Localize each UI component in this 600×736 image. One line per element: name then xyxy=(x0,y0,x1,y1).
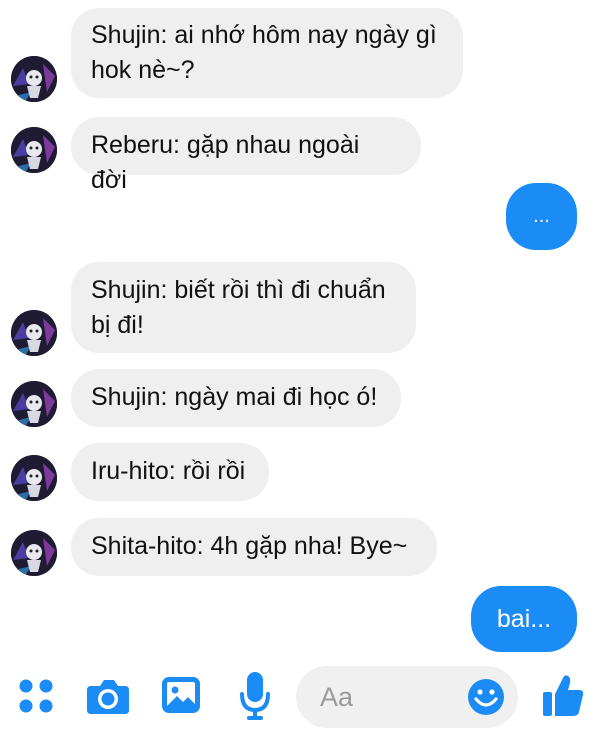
avatar[interactable] xyxy=(11,381,57,427)
message-text: Shita-hito: 4h gặp nha! Bye~ xyxy=(91,532,408,560)
message-input[interactable] xyxy=(320,678,460,716)
avatar-icon xyxy=(11,56,57,102)
outgoing-message-bubble[interactable]: bai... xyxy=(471,586,577,652)
message-row: ... xyxy=(0,183,600,250)
emoji-icon[interactable] xyxy=(466,677,506,717)
avatar[interactable] xyxy=(11,56,57,102)
outgoing-message-bubble[interactable]: ... xyxy=(506,183,577,250)
message-row: Shujin: ngày mai đi học ó! xyxy=(0,369,600,427)
message-text: Shujin: ngày mai đi học ó! xyxy=(91,383,378,411)
incoming-message-bubble[interactable]: Shujin: biết rồi thì đi chuẩn bị đi! xyxy=(71,262,416,353)
avatar-icon xyxy=(11,127,57,173)
message-text-line: bị đi! xyxy=(91,311,144,339)
incoming-message-bubble[interactable]: Shujin: ngày mai đi học ó! xyxy=(71,369,401,427)
incoming-message-bubble[interactable]: Iru-hito: rồi rồi xyxy=(71,443,269,501)
incoming-message-bubble[interactable]: Reberu: gặp nhau ngoài đời xyxy=(71,117,421,194)
message-row: Shujin: ai nhớ hôm nay ngày gì hok nè~? xyxy=(0,8,600,102)
message-text: bai... xyxy=(496,604,552,633)
thumbs-up-icon[interactable] xyxy=(540,670,586,720)
message-text: Iru-hito: rồi rồi xyxy=(91,457,246,485)
avatar-icon xyxy=(11,530,57,576)
message-text-line: hok nè~? xyxy=(91,56,195,84)
avatar[interactable] xyxy=(11,127,57,173)
message-row: Reberu: gặp nhau ngoài đời xyxy=(0,117,600,194)
incoming-message-bubble[interactable]: Shita-hito: 4h gặp nha! Bye~ xyxy=(71,518,437,576)
avatar[interactable] xyxy=(11,530,57,576)
avatar[interactable] xyxy=(11,310,57,356)
message-text-line: Shujin: ai nhớ hôm nay ngày gì xyxy=(91,21,437,49)
message-input-container[interactable] xyxy=(296,666,518,728)
apps-icon[interactable] xyxy=(14,674,58,718)
message-row: Shita-hito: 4h gặp nha! Bye~ xyxy=(0,518,600,576)
camera-icon[interactable] xyxy=(84,672,132,720)
message-row: Shujin: biết rồi thì đi chuẩn bị đi! xyxy=(0,262,600,356)
composer-bar xyxy=(0,660,600,736)
message-text: ... xyxy=(533,205,550,227)
avatar-icon xyxy=(11,455,57,501)
message-row: Iru-hito: rồi rồi xyxy=(0,443,600,501)
gallery-icon[interactable] xyxy=(158,672,204,718)
avatar[interactable] xyxy=(11,455,57,501)
message-row: bai... xyxy=(0,586,600,652)
avatar-icon xyxy=(11,310,57,356)
avatar-icon xyxy=(11,381,57,427)
incoming-message-bubble[interactable]: Shujin: ai nhớ hôm nay ngày gì hok nè~? xyxy=(71,8,463,98)
microphone-icon[interactable] xyxy=(234,668,276,724)
message-text-line: Shujin: biết rồi thì đi chuẩn xyxy=(91,276,386,304)
